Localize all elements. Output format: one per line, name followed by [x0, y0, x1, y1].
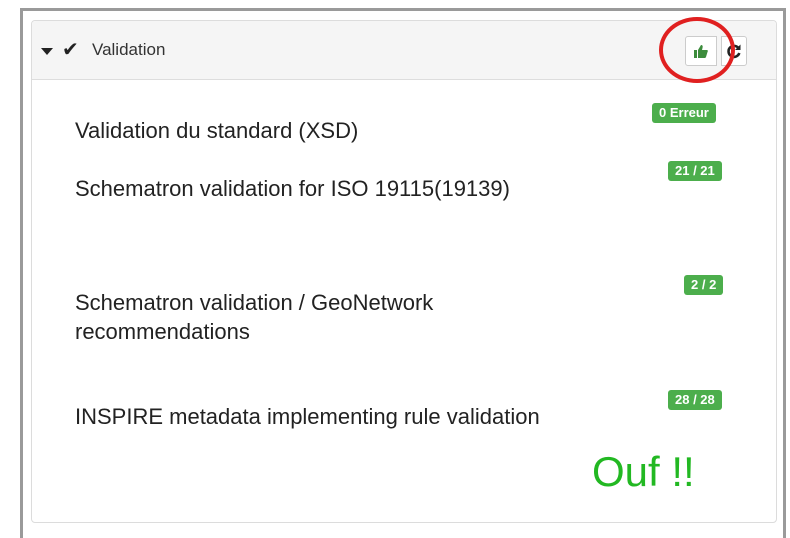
- thumbs-up-icon: [694, 44, 708, 58]
- panel-title[interactable]: Validation: [92, 40, 165, 60]
- validation-row-label: Schematron validation for ISO 19115(1913…: [75, 176, 510, 201]
- panel-heading[interactable]: ✔ Validation: [32, 17, 776, 83]
- caret-down-icon[interactable]: [41, 48, 53, 55]
- show-errors-button[interactable]: [685, 36, 717, 66]
- status-badge: 2 / 2: [684, 275, 724, 295]
- annotation-text: Ouf !!: [592, 448, 695, 495]
- validation-row-label: Schematron validation / GeoNetwork recom…: [75, 290, 434, 344]
- status-badge: 21 / 21: [668, 161, 722, 181]
- validation-row-label: INSPIRE metadata implementing rule valid…: [75, 404, 540, 429]
- validation-row-label: Validation du standard (XSD): [75, 118, 359, 143]
- status-badge: 0 Erreur: [652, 103, 716, 123]
- refresh-button[interactable]: [721, 36, 747, 66]
- status-badge: 28 / 28: [668, 390, 722, 410]
- refresh-icon: [727, 44, 741, 59]
- panel-actions: [685, 36, 747, 66]
- check-icon: ✔: [62, 37, 79, 61]
